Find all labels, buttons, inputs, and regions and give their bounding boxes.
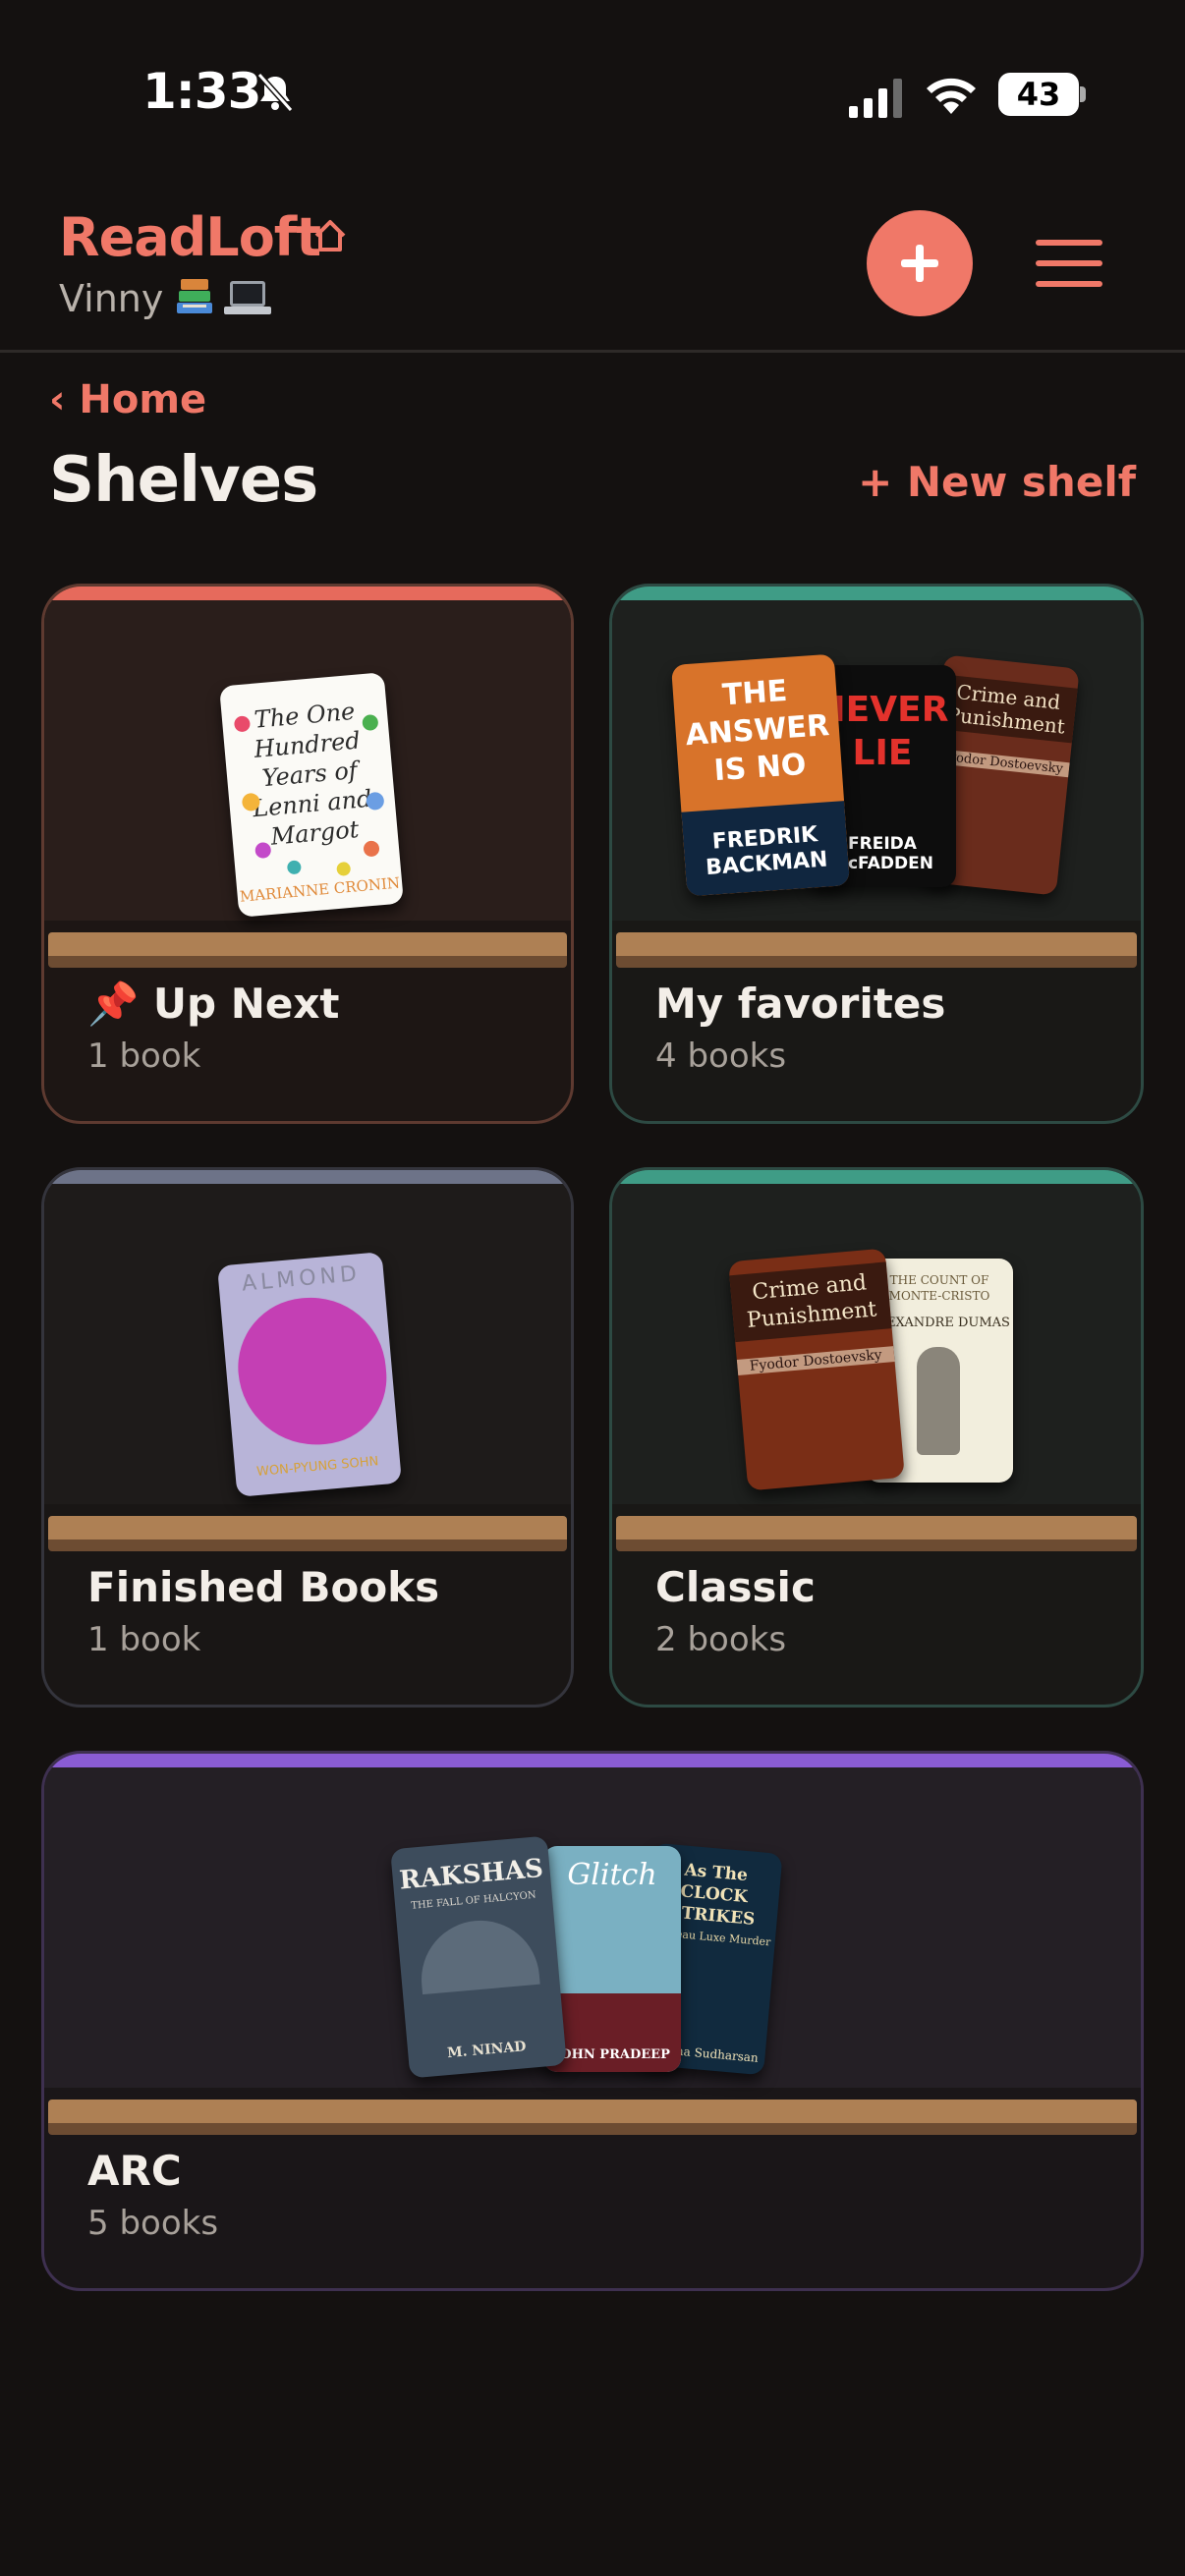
shelf-card-finished-books[interactable]: ALMOND WON-PYUNG SOHN Finished Books 1 b… bbox=[41, 1167, 574, 1708]
silent-bell-icon bbox=[256, 73, 294, 112]
shelf-plank-edge bbox=[616, 956, 1137, 968]
page-title: Shelves bbox=[49, 444, 318, 517]
cover-author: WON-PYUNG SOHN bbox=[255, 1454, 379, 1481]
signal-icon bbox=[849, 79, 902, 118]
new-shelf-button[interactable]: + New shelf bbox=[858, 458, 1136, 506]
cover-domes bbox=[417, 1915, 540, 1995]
cover-figure bbox=[917, 1347, 960, 1455]
book-cover[interactable]: ALMOND WON-PYUNG SOHN bbox=[217, 1252, 402, 1497]
add-shelf-button[interactable] bbox=[867, 210, 973, 316]
shelf-display: As The CLOCK STRIKES Chateau Luxe Murder… bbox=[44, 1767, 1141, 2135]
status-time: 1:33 bbox=[142, 63, 261, 120]
home-icon bbox=[314, 220, 346, 252]
shelf-plank-edge bbox=[48, 956, 567, 968]
shelf-count: 5 books bbox=[87, 2204, 219, 2243]
shelf-card-classic[interactable]: THE COUNT OF MONTE-CRISTO ALEXANDRE DUMA… bbox=[609, 1167, 1144, 1708]
cover-title: THE ANSWER IS NO bbox=[684, 673, 831, 789]
user-name: Vinny bbox=[59, 277, 164, 320]
shelf-display: The One Hundred Years of Lenni and Margo… bbox=[44, 600, 571, 968]
shelf-title: My favorites bbox=[655, 980, 946, 1028]
book-cover[interactable]: RAKSHAS THE FALL OF HALCYON M. NINAD bbox=[390, 1835, 567, 2079]
shelf-title: Classic bbox=[655, 1563, 816, 1611]
shelf-display: THE COUNT OF MONTE-CRISTO ALEXANDRE DUMA… bbox=[612, 1184, 1141, 1551]
books-emoji-icon bbox=[177, 279, 212, 313]
shelf-display: Crime and Punishment Fyodor Dostoevsky N… bbox=[612, 600, 1141, 968]
plus-icon bbox=[901, 245, 938, 282]
book-cover[interactable]: Crime and Punishment Fyodor Dostoevsky bbox=[728, 1248, 905, 1491]
wifi-icon bbox=[927, 78, 976, 114]
battery-indicator: 43 bbox=[998, 73, 1079, 116]
shelf-count: 1 book bbox=[87, 1620, 201, 1659]
shelf-count: 4 books bbox=[655, 1036, 787, 1076]
app-brand: ReadLoft bbox=[59, 206, 321, 268]
shelf-count: 2 books bbox=[655, 1620, 787, 1659]
shelf-plank-edge bbox=[48, 1540, 567, 1551]
header-divider bbox=[0, 350, 1185, 353]
cover-blob bbox=[232, 1291, 392, 1452]
shelf-count: 1 book bbox=[87, 1036, 201, 1076]
hamburger-menu-icon[interactable] bbox=[1032, 234, 1106, 293]
shelf-card-arc[interactable]: As The CLOCK STRIKES Chateau Luxe Murder… bbox=[41, 1751, 1144, 2291]
book-cover[interactable]: The One Hundred Years of Lenni and Margo… bbox=[219, 672, 404, 918]
shelf-plank-edge bbox=[48, 2123, 1137, 2135]
shelf-card-up-next[interactable]: The One Hundred Years of Lenni and Margo… bbox=[41, 584, 574, 1124]
back-home-link[interactable]: ‹ Home bbox=[49, 377, 206, 422]
cover-title: Crime and Punishment bbox=[936, 674, 1078, 744]
cover-title: Glitch bbox=[567, 1858, 657, 1892]
book-cover[interactable]: THE ANSWER IS NO FREDRIK BACKMAN bbox=[670, 653, 851, 897]
shelf-title: 📌 Up Next bbox=[87, 980, 340, 1028]
cover-title: Crime and Punishment bbox=[729, 1261, 892, 1343]
shelf-plank-edge bbox=[616, 1540, 1137, 1551]
shelf-card-my-favorites[interactable]: Crime and Punishment Fyodor Dostoevsky N… bbox=[609, 584, 1144, 1124]
cover-author: Fyodor Dostoevsky bbox=[736, 1346, 895, 1375]
cover-title: ALMOND bbox=[241, 1261, 362, 1297]
battery-cap bbox=[1080, 86, 1086, 102]
shelf-title: Finished Books bbox=[87, 1563, 440, 1611]
shelf-title: ARC bbox=[87, 2147, 182, 2195]
laptop-emoji-icon bbox=[224, 281, 271, 314]
shelf-display: ALMOND WON-PYUNG SOHN bbox=[44, 1184, 571, 1551]
cover-author: M. NINAD bbox=[446, 2039, 528, 2062]
